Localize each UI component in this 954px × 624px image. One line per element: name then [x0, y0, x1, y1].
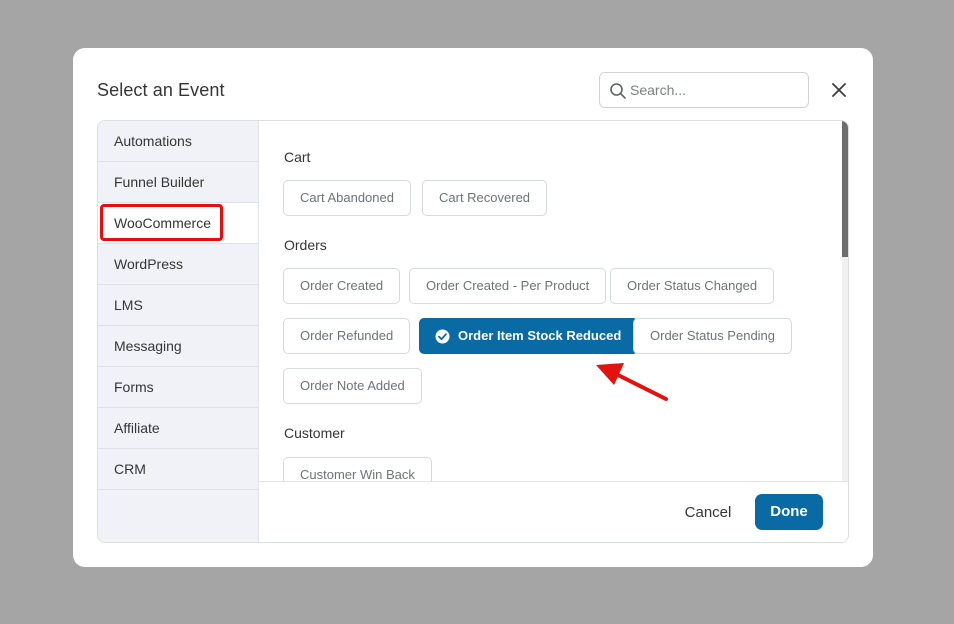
sidebar-item-label: WordPress — [114, 256, 183, 272]
sidebar-item-label: Automations — [114, 133, 192, 149]
event-order-item-stock-reduced[interactable]: Order Item Stock Reduced — [419, 318, 639, 354]
sidebar-item-affiliate[interactable]: Affiliate — [98, 408, 258, 449]
sidebar-item-label: Messaging — [114, 338, 182, 354]
event-list: Cart Cart Abandoned Cart Recovered Order… — [259, 121, 844, 481]
section-title-customer: Customer — [284, 425, 345, 441]
sidebar-item-woocommerce[interactable]: WooCommerce — [98, 203, 258, 244]
event-order-created[interactable]: Order Created — [283, 268, 401, 304]
sidebar-item-messaging[interactable]: Messaging — [98, 326, 258, 367]
sidebar-item-lms[interactable]: LMS — [98, 285, 258, 326]
sidebar-item-automations[interactable]: Automations — [98, 121, 258, 162]
done-button[interactable]: Done — [755, 494, 823, 530]
sidebar-item-forms[interactable]: Forms — [98, 367, 258, 408]
sidebar-item-wordpress[interactable]: WordPress — [98, 244, 258, 285]
search-input[interactable] — [630, 73, 802, 107]
sidebar-item-label: WooCommerce — [114, 215, 211, 231]
event-order-created-per-product[interactable]: Order Created - Per Product — [409, 268, 607, 304]
event-panel: Automations Funnel Builder WooCommerce W… — [97, 120, 849, 543]
modal-footer: Cancel Done — [259, 481, 848, 542]
section-title-orders: Orders — [284, 237, 327, 253]
search-icon — [610, 83, 626, 99]
cancel-button[interactable]: Cancel — [673, 495, 743, 531]
modal-title: Select an Event — [97, 80, 225, 100]
event-order-note-added[interactable]: Order Note Added — [283, 368, 422, 404]
check-circle-icon — [435, 329, 450, 344]
event-cart-recovered[interactable]: Cart Recovered — [422, 180, 548, 216]
event-order-status-pending[interactable]: Order Status Pending — [633, 318, 793, 354]
category-sidebar: Automations Funnel Builder WooCommerce W… — [98, 121, 259, 542]
section-title-cart: Cart — [284, 149, 311, 165]
sidebar-item-label: Affiliate — [114, 420, 160, 436]
sidebar-item-funnel-builder[interactable]: Funnel Builder — [98, 162, 258, 203]
sidebar-item-label: Forms — [114, 379, 154, 395]
event-order-status-changed[interactable]: Order Status Changed — [610, 268, 775, 304]
event-cart-abandoned[interactable]: Cart Abandoned — [283, 180, 411, 216]
sidebar-item-label: CRM — [114, 461, 146, 477]
event-label: Order Item Stock Reduced — [458, 328, 622, 343]
scrollbar-thumb[interactable] — [842, 121, 848, 257]
event-order-refunded[interactable]: Order Refunded — [283, 318, 411, 354]
sidebar-item-crm[interactable]: CRM — [98, 449, 258, 490]
close-icon[interactable] — [828, 79, 850, 101]
select-event-modal: Select an Event Automations Funnel Build… — [73, 48, 873, 567]
search-box[interactable] — [599, 72, 809, 108]
sidebar-item-label: LMS — [114, 297, 143, 313]
sidebar-item-label: Funnel Builder — [114, 174, 205, 190]
event-customer-win-back[interactable]: Customer Win Back — [283, 457, 432, 481]
